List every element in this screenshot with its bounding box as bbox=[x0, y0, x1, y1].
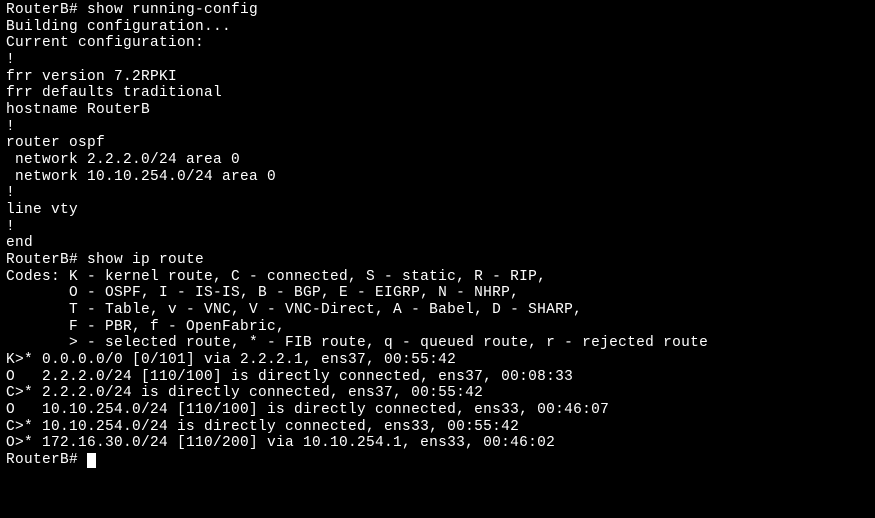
terminal-line: ! bbox=[6, 119, 869, 136]
prompt-text: RouterB# bbox=[6, 452, 87, 468]
terminal-line: > - selected route, * - FIB route, q - q… bbox=[6, 335, 869, 352]
terminal-line: F - PBR, f - OpenFabric, bbox=[6, 319, 869, 336]
terminal-line: T - Table, v - VNC, V - VNC-Direct, A - … bbox=[6, 302, 869, 319]
terminal-line: O>* 172.16.30.0/24 [110/200] via 10.10.2… bbox=[6, 435, 869, 452]
terminal-line: O 10.10.254.0/24 [110/100] is directly c… bbox=[6, 402, 869, 419]
terminal-line: RouterB# show running-config bbox=[6, 2, 869, 19]
terminal-line: ! bbox=[6, 185, 869, 202]
terminal-line: Current configuration: bbox=[6, 35, 869, 52]
terminal-line: network 10.10.254.0/24 area 0 bbox=[6, 169, 869, 186]
terminal-line: C>* 2.2.2.0/24 is directly connected, en… bbox=[6, 385, 869, 402]
terminal-line: O - OSPF, I - IS-IS, B - BGP, E - EIGRP,… bbox=[6, 285, 869, 302]
terminal-line: ! bbox=[6, 219, 869, 236]
terminal-line: hostname RouterB bbox=[6, 102, 869, 119]
prompt-line[interactable]: RouterB# bbox=[6, 452, 869, 469]
terminal-line: line vty bbox=[6, 202, 869, 219]
terminal-line: RouterB# show ip route bbox=[6, 252, 869, 269]
terminal-line: Codes: K - kernel route, C - connected, … bbox=[6, 269, 869, 286]
terminal-line: ! bbox=[6, 52, 869, 69]
terminal-line: frr version 7.2RPKI bbox=[6, 69, 869, 86]
terminal-line: end bbox=[6, 235, 869, 252]
terminal-line: Building configuration... bbox=[6, 19, 869, 36]
terminal-line: C>* 10.10.254.0/24 is directly connected… bbox=[6, 419, 869, 436]
terminal-line: K>* 0.0.0.0/0 [0/101] via 2.2.2.1, ens37… bbox=[6, 352, 869, 369]
terminal[interactable]: RouterB# show running-configBuilding con… bbox=[6, 2, 869, 469]
terminal-line: network 2.2.2.0/24 area 0 bbox=[6, 152, 869, 169]
cursor-icon bbox=[87, 453, 96, 468]
terminal-line: O 2.2.2.0/24 [110/100] is directly conne… bbox=[6, 369, 869, 386]
terminal-line: frr defaults traditional bbox=[6, 85, 869, 102]
terminal-line: router ospf bbox=[6, 135, 869, 152]
